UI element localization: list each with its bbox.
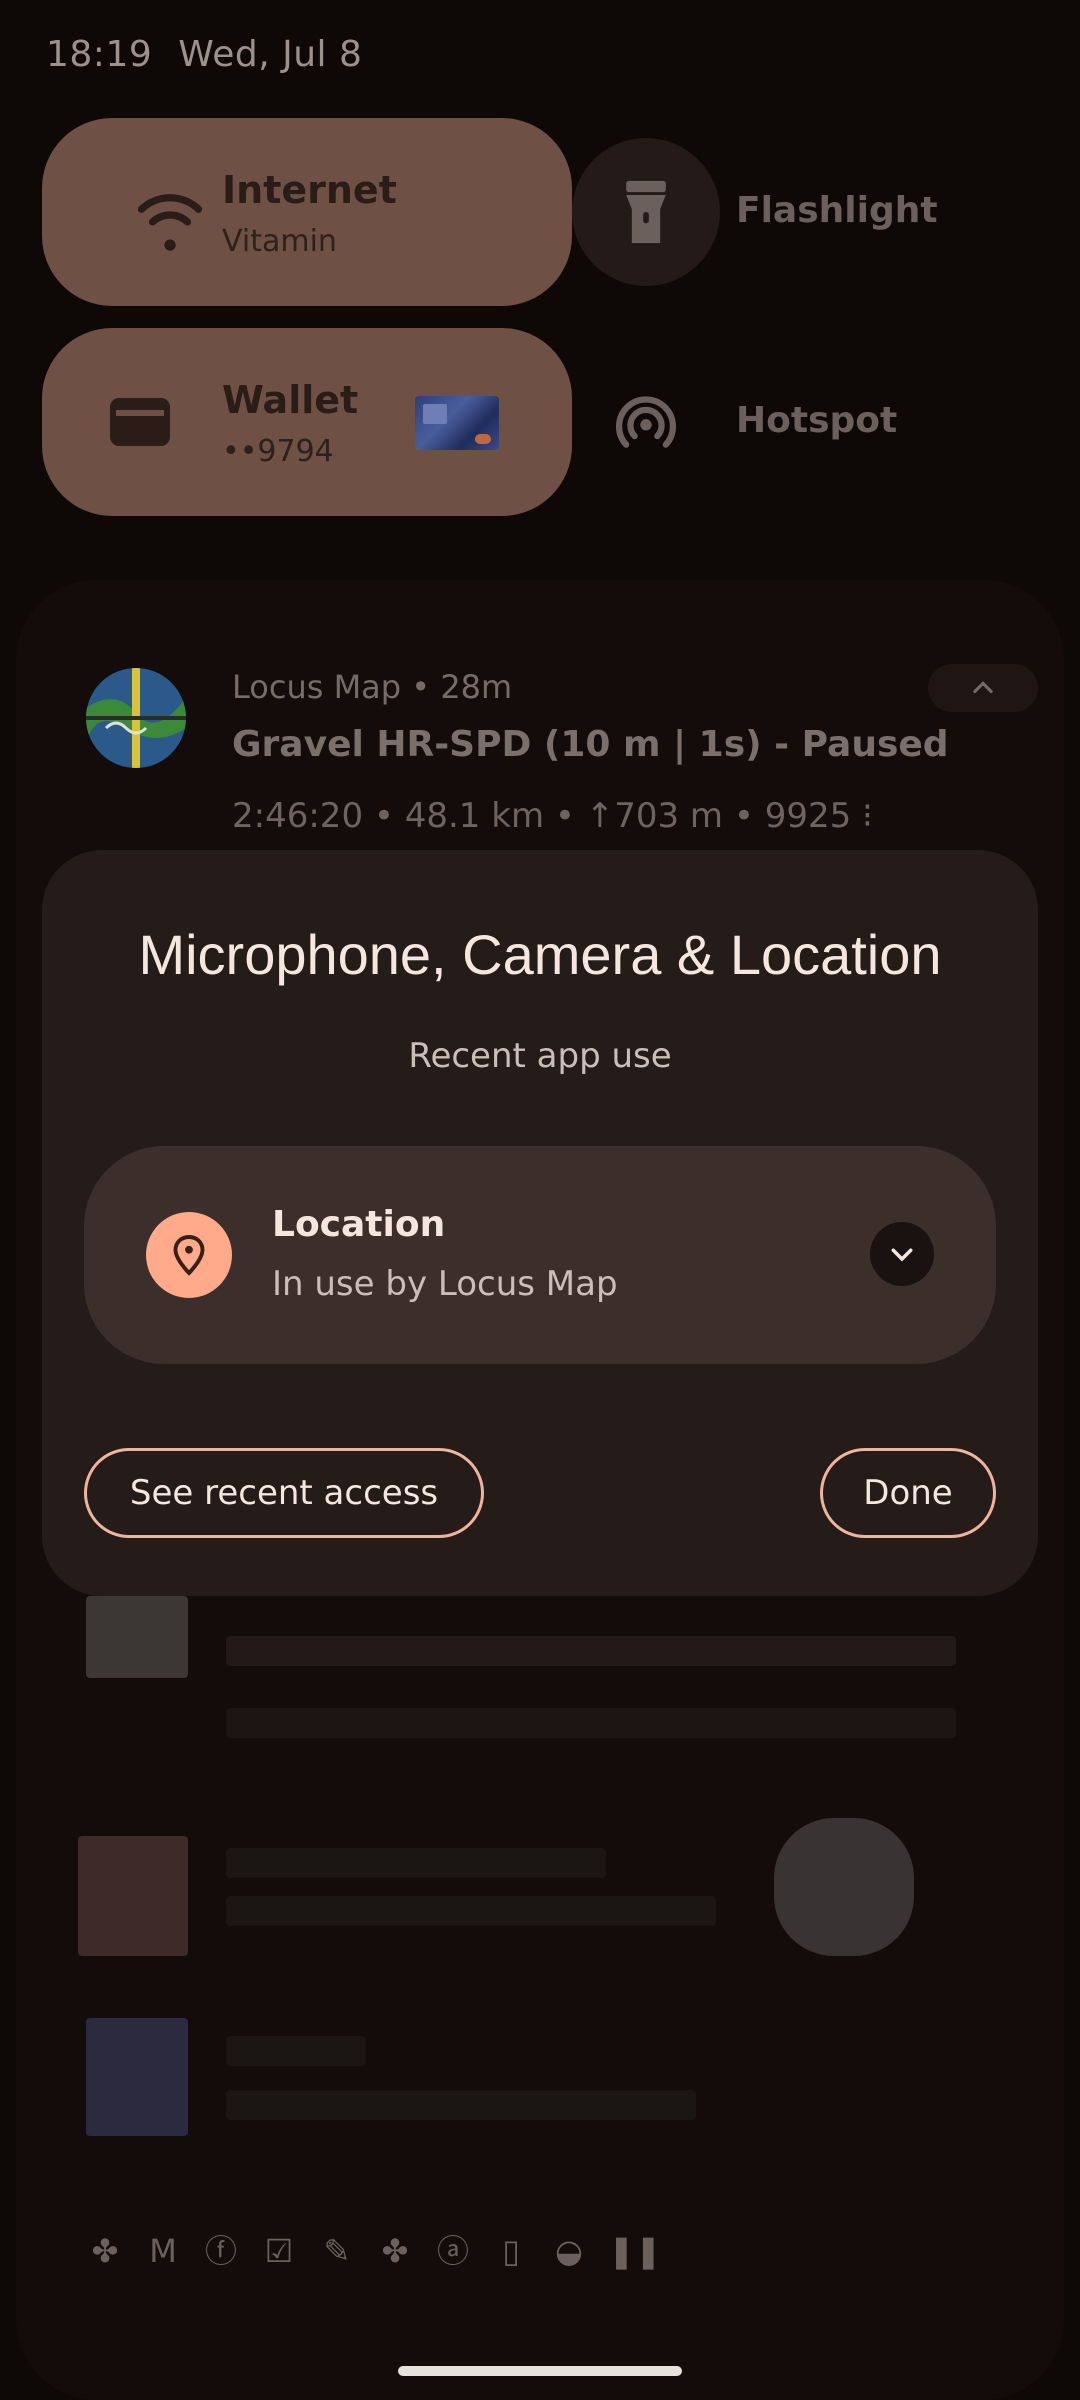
helmet-icon: ◒ xyxy=(555,2232,583,2270)
flashlight-icon xyxy=(626,180,666,244)
clock: 18:19 xyxy=(46,34,153,75)
blurred-text xyxy=(226,1896,716,1926)
hotspot-icon xyxy=(616,396,676,448)
location-item-subtitle: In use by Locus Map xyxy=(272,1264,618,1304)
blurred-text xyxy=(226,1848,606,1878)
location-item-title: Location xyxy=(272,1204,446,1245)
sim-icon: ▯ xyxy=(502,2232,520,2270)
location-icon-badge xyxy=(146,1212,232,1298)
wallet-tile[interactable]: Wallet ••9794 xyxy=(42,328,572,516)
internet-network: Vitamin xyxy=(222,224,337,259)
tasks-icon: ☑ xyxy=(264,2232,294,2270)
wallet-label: Wallet xyxy=(222,378,359,422)
wifi-icon xyxy=(137,194,203,251)
gmail-icon: M xyxy=(149,2232,177,2270)
notification-app-icons: ✤ M ⓕ ☑ ✎ ✤ ⓐ ▯ ◒ ❚❚ xyxy=(86,2232,662,2272)
card-thumbnail xyxy=(415,396,499,450)
internet-label: Internet xyxy=(222,168,397,212)
blurred-thumbnail xyxy=(774,1818,914,1956)
hotspot-tile[interactable] xyxy=(572,348,720,496)
amazon-icon: ⓐ xyxy=(436,2232,469,2270)
blurred-avatar xyxy=(78,1836,188,1956)
notification-title: Gravel HR-SPD (10 m | 1s) - Paused xyxy=(232,724,949,765)
hotspot-label: Hotspot xyxy=(736,400,898,441)
pause-icon: ❚❚ xyxy=(608,2232,662,2270)
expand-button[interactable] xyxy=(870,1222,934,1286)
edit-icon: ✎ xyxy=(323,2232,351,2270)
flashlight-label: Flashlight xyxy=(736,190,938,231)
blurred-text xyxy=(226,1636,956,1666)
chevron-down-icon xyxy=(891,1248,913,1262)
pinwheel-icon: ✤ xyxy=(91,2232,119,2270)
flashlight-tile[interactable] xyxy=(572,138,720,286)
home-indicator[interactable] xyxy=(398,2366,682,2376)
locus-map-app-icon xyxy=(86,668,186,768)
status-bar: 18:19 Wed, Jul 8 xyxy=(46,34,362,75)
done-button[interactable]: Done xyxy=(820,1448,996,1538)
wallet-card-number: ••9794 xyxy=(222,434,334,469)
collapse-button[interactable] xyxy=(928,664,1038,712)
chevron-up-icon xyxy=(973,681,993,694)
internet-tile[interactable]: Internet Vitamin xyxy=(42,118,572,306)
wallet-icon xyxy=(110,398,170,446)
blurred-text xyxy=(226,2036,366,2066)
dialog-subtitle: Recent app use xyxy=(408,1036,672,1076)
dialog-title: Microphone, Camera & Location xyxy=(138,923,942,986)
blurred-text xyxy=(226,2090,696,2120)
blurred-avatar xyxy=(86,1596,188,1678)
location-pin-icon xyxy=(173,1235,205,1276)
pinwheel-icon: ✤ xyxy=(381,2232,409,2270)
facebook-icon: ⓕ xyxy=(204,2232,237,2270)
date: Wed, Jul 8 xyxy=(178,34,363,75)
see-recent-access-button[interactable]: See recent access xyxy=(84,1448,484,1538)
notification-stats: 2:46:20 • 48.1 km • ↑703 m • 9925 ⁝ xyxy=(232,796,873,836)
notification-app-time: Locus Map • 28m xyxy=(232,668,513,706)
blurred-avatar xyxy=(86,2018,188,2136)
blurred-text xyxy=(226,1708,956,1738)
